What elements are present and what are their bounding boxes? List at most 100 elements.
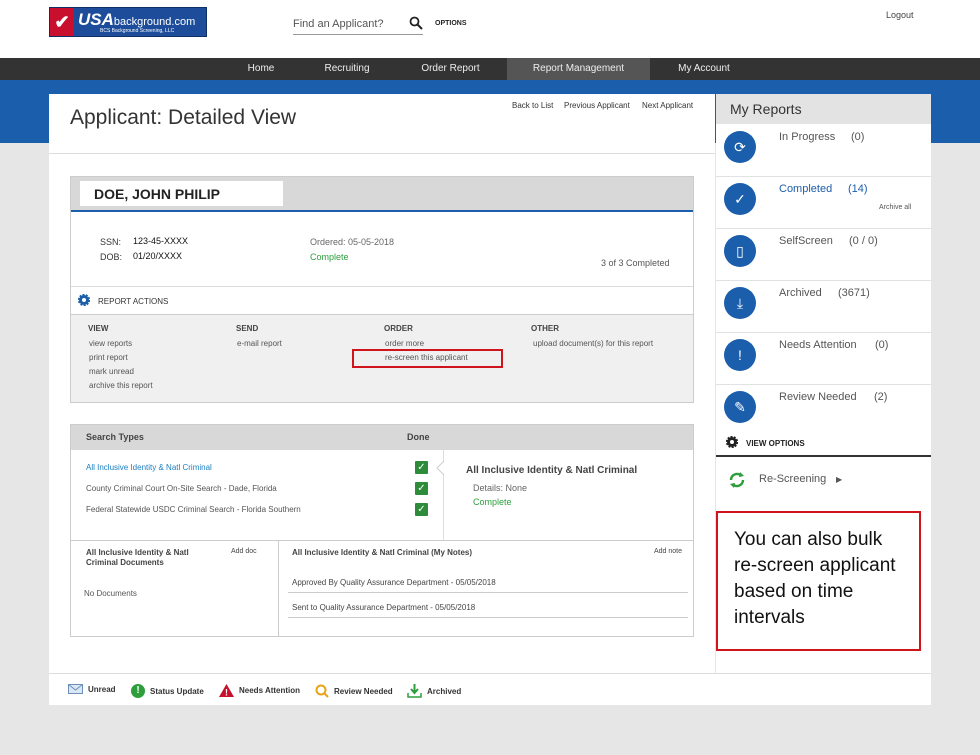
next-applicant-link[interactable]: Next Applicant (642, 101, 693, 110)
divider (288, 592, 688, 593)
report-row-in-progress[interactable]: ⟳ In Progress (0) (716, 125, 931, 177)
documents-title: All Inclusive Identity & Natl (86, 548, 189, 557)
logo-main-text: USA (78, 10, 114, 29)
view-options-label: VIEW OPTIONS (746, 439, 805, 448)
dob-value: 01/20/XXXX (133, 251, 183, 261)
caret-right-icon: ▶ (836, 475, 843, 484)
report-row-selfscreen[interactable]: ▯ SelfScreen (0 / 0) (716, 229, 931, 281)
logo-subtitle: BCS Background Screening, LLC (100, 28, 175, 34)
report-row-archived[interactable]: ⤓ Archived (3671) (716, 281, 931, 333)
note-item: Approved By Quality Assurance Department… (292, 578, 496, 587)
completed-icon: ✓ (724, 183, 756, 215)
report-label: Archived (779, 287, 822, 299)
ssn-value: 123-45-XXXX (133, 236, 189, 246)
magnifier-icon (315, 684, 329, 698)
page-title: Applicant: Detailed View (70, 106, 297, 129)
divider (288, 617, 688, 618)
other-heading: OTHER (531, 324, 559, 333)
upload-documents-link[interactable]: upload document(s) for this report (533, 339, 653, 348)
email-report-link[interactable]: e-mail report (237, 339, 282, 348)
download-icon (407, 684, 422, 698)
view-reports-link[interactable]: view reports (89, 339, 132, 348)
report-actions-title: REPORT ACTIONS (98, 297, 169, 306)
logout-link[interactable]: Logout (886, 10, 914, 20)
needs-attention-icon: ! (724, 339, 756, 371)
add-note-link[interactable]: Add note (654, 548, 682, 555)
legend-label: Archived (427, 686, 462, 696)
report-count: (0) (851, 131, 865, 143)
dob-label: DOB: (100, 252, 123, 262)
report-label: In Progress (779, 131, 836, 143)
company-logo[interactable]: ✔ USAbackground.com BCS Background Scree… (49, 7, 207, 37)
my-reports-title: My Reports (716, 94, 931, 124)
report-row-needs-attention[interactable]: ! Needs Attention (0) (716, 333, 931, 385)
no-documents-text: No Documents (84, 589, 137, 598)
gear-icon (726, 436, 738, 448)
divider (278, 541, 279, 636)
checkmark-flag-icon: ✔ (50, 8, 74, 36)
back-to-list-link[interactable]: Back to List (512, 101, 553, 110)
note-item: Sent to Quality Assurance Department - 0… (292, 603, 476, 612)
legend-item: ! Status Update (131, 684, 204, 698)
report-count: (3671) (838, 287, 870, 299)
options-button[interactable]: OPTIONS (435, 20, 467, 27)
rescreening-menu[interactable]: Re-Screening ▶ (716, 460, 931, 500)
search-row-link[interactable]: County Criminal Court On-Site Search - D… (86, 484, 277, 493)
nav-report-management[interactable]: Report Management (507, 58, 650, 80)
detail-details: Details: None (473, 483, 528, 493)
search-types-header (71, 425, 693, 450)
ordered-date: Ordered: 05-05-2018 (310, 237, 395, 247)
report-label: SelfScreen (779, 235, 833, 247)
warning-icon: ! (219, 684, 234, 697)
print-report-link[interactable]: print report (89, 353, 128, 362)
mark-unread-link[interactable]: mark unread (89, 367, 134, 376)
nav-my-account[interactable]: My Account (665, 58, 743, 80)
nav-recruiting[interactable]: Recruiting (312, 58, 382, 80)
archive-report-link[interactable]: archive this report (89, 381, 153, 390)
report-count: (0 / 0) (849, 235, 878, 247)
selfscreen-icon: ▯ (724, 235, 756, 267)
search-types-column: Search Types (86, 432, 144, 442)
notes-title: All Inclusive Identity & Natl Criminal (… (292, 548, 473, 557)
highlight-box (352, 349, 503, 368)
callout-box: You can also bulk re-screen applicant ba… (716, 511, 921, 651)
divider (49, 153, 715, 154)
rescreening-label: Re-Screening (759, 473, 827, 485)
review-needed-icon: ✎ (724, 391, 756, 423)
view-heading: VIEW (88, 324, 109, 333)
search-icon[interactable] (409, 16, 423, 30)
status-text: Complete (310, 252, 349, 262)
callout-text: You can also bulk re-screen applicant ba… (734, 529, 896, 628)
legend-item: Review Needed (315, 684, 393, 698)
check-icon: ✓ (415, 482, 428, 495)
nav-order-report[interactable]: Order Report (408, 58, 493, 80)
in-progress-icon: ⟳ (724, 131, 756, 163)
search-input[interactable]: Find an Applicant? (293, 14, 423, 35)
main-nav: Home Recruiting Order Report Report Mana… (0, 58, 980, 80)
pointer-arrow-icon (436, 461, 445, 475)
send-heading: SEND (236, 324, 259, 333)
applicant-name: DOE, JOHN PHILIP (80, 181, 283, 206)
order-heading: ORDER (384, 324, 413, 333)
report-count: (2) (874, 391, 888, 403)
order-more-link[interactable]: order more (385, 339, 424, 348)
search-row-link[interactable]: All Inclusive Identity & Natl Criminal (86, 463, 212, 472)
status-update-icon: ! (131, 684, 145, 698)
svg-text:!: ! (225, 688, 228, 698)
report-row-completed[interactable]: ✓ Completed (14) Archive all (716, 177, 931, 229)
search-row-link[interactable]: Federal Statewide USDC Criminal Search -… (86, 505, 301, 514)
check-icon: ✓ (415, 503, 428, 516)
legend-label: Needs Attention (239, 686, 301, 695)
view-options-button[interactable]: VIEW OPTIONS (716, 430, 931, 457)
nav-home[interactable]: Home (232, 58, 290, 80)
report-count: (14) (848, 183, 868, 195)
legend-label: Status Update (150, 686, 204, 696)
report-label: Review Needed (779, 391, 857, 403)
documents-title: Criminal Documents (86, 558, 164, 567)
report-label: Needs Attention (779, 339, 857, 351)
logo-suffix-text: background.com (113, 16, 196, 28)
add-doc-link[interactable]: Add doc (231, 548, 257, 555)
refresh-icon (729, 472, 745, 488)
previous-applicant-link[interactable]: Previous Applicant (564, 101, 630, 110)
archive-all-link[interactable]: Archive all (879, 204, 911, 211)
